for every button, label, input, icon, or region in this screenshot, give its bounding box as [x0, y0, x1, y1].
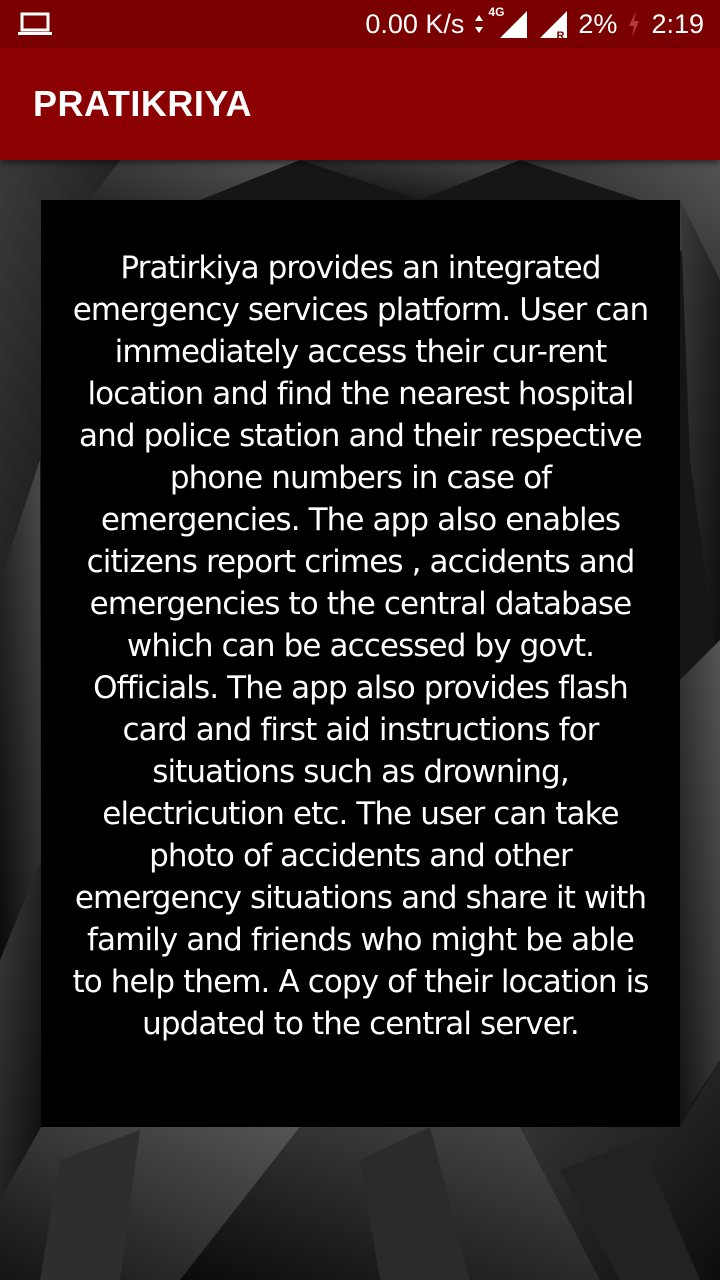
network-type-label: 4G	[488, 5, 505, 19]
about-description: Pratirkiya provides an integrated emerge…	[72, 250, 649, 1042]
laptop-icon	[18, 11, 52, 37]
data-transfer-arrows-icon	[474, 13, 484, 35]
status-bar: 0.00 K/s 4G R 2% 2:19	[0, 0, 720, 48]
cell-signal-icon: 4G	[488, 5, 528, 39]
about-card: Pratirkiya provides an integrated emerge…	[41, 200, 680, 1127]
roaming-indicator: R	[556, 30, 565, 42]
cell-signal-roaming-icon: R	[538, 9, 568, 42]
battery-level: 2%	[578, 8, 618, 39]
clock: 2:19	[651, 8, 704, 39]
app-title: PRATIKRIYA	[33, 83, 253, 124]
network-speed: 0.00 K/s	[365, 8, 465, 39]
app-bar: PRATIKRIYA	[0, 48, 720, 160]
charging-bolt-icon	[627, 10, 641, 38]
